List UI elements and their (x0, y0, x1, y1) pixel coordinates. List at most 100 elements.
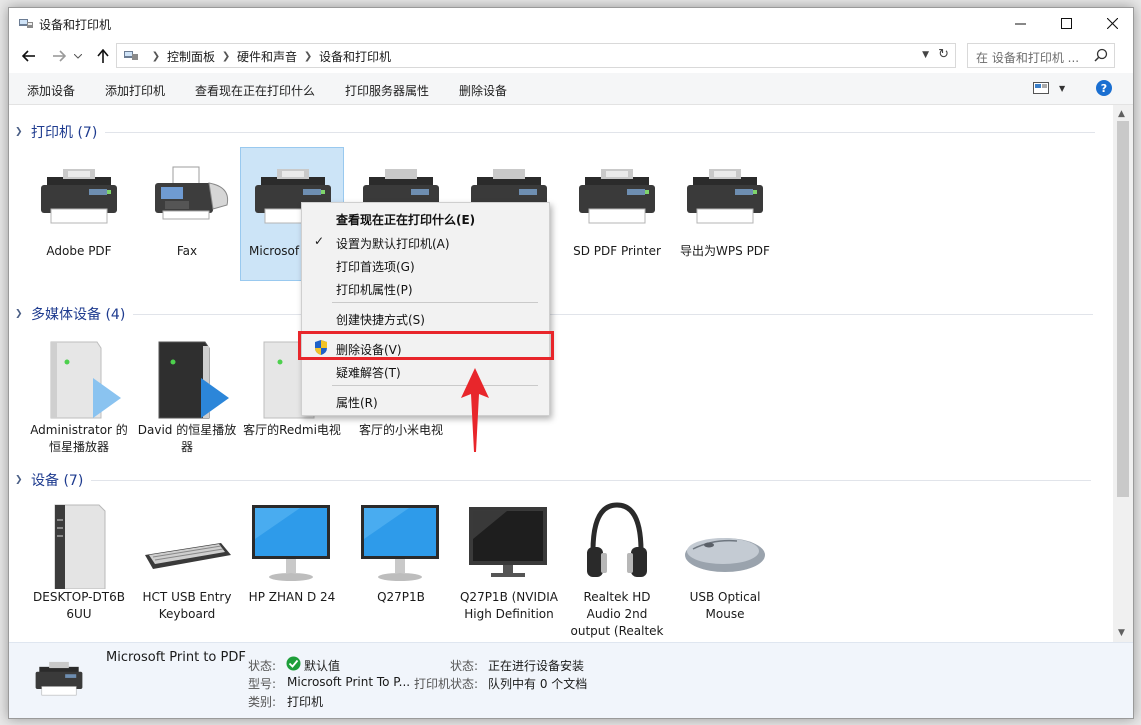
device-item-fax[interactable]: Fax (135, 153, 239, 260)
arrow-up-icon (97, 49, 109, 63)
group-printers-title: 打印机 (7) (31, 125, 98, 141)
forward-button[interactable] (49, 46, 69, 66)
device-label: Realtek HD Audio 2nd output (Realtek (570, 590, 664, 638)
fax-icon (135, 153, 239, 243)
scroll-up-icon[interactable]: ▲ (1118, 109, 1125, 119)
search-placeholder: 在 设备和打印机 ... (976, 51, 1080, 65)
breadcrumb: ❯ 控制面板 ❯ 硬件和声音 ❯ 设备和打印机 (145, 48, 391, 65)
collapse-chevron-icon[interactable]: ❯ (15, 475, 29, 485)
details-printer-status-value: 队列中有 0 个文档 (488, 677, 588, 691)
device-item-q27p1b-audio[interactable]: Q27P1B (NVIDIA High Definition (457, 499, 561, 623)
chevron-down-icon (74, 53, 82, 59)
group-devices-title: 设备 (7) (31, 473, 84, 489)
menu-item-create-shortcut[interactable]: 创建快捷方式(S) (336, 311, 425, 328)
command-bar: 添加设备 添加打印机 查看现在正在打印什么 打印服务器属性 删除设备 ▼ ? (9, 73, 1133, 105)
menu-item-set-default[interactable]: 设置为默认打印机(A) (336, 235, 450, 252)
device-item-realtek-audio[interactable]: Realtek HD Audio 2nd output (Realtek (565, 499, 669, 640)
breadcrumb-devices-printers[interactable]: 设备和打印机 (319, 48, 391, 65)
minimize-button[interactable] (997, 8, 1043, 39)
device-label: Q27P1B (377, 590, 425, 604)
breadcrumb-hardware-sound[interactable]: 硬件和声音 (237, 48, 297, 65)
device-item-sd-pdf-printer[interactable]: SD PDF Printer (565, 153, 669, 260)
device-item-usb-mouse[interactable]: USB Optical Mouse (673, 499, 777, 623)
breadcrumb-control-panel[interactable]: 控制面板 (167, 48, 215, 65)
scroll-down-icon[interactable]: ▼ (1118, 628, 1125, 638)
view-options-icon[interactable] (1033, 82, 1049, 97)
menu-item-see-whats-printing[interactable]: 查看现在正在打印什么(E) (336, 211, 475, 228)
view-dropdown-icon[interactable]: ▼ (1059, 84, 1065, 93)
remove-device-button[interactable]: 删除设备 (459, 82, 507, 99)
device-label: David 的恒星播放器 (137, 423, 237, 454)
maximize-button[interactable] (1043, 8, 1089, 39)
details-status2-value: 正在进行设备安装 (488, 659, 585, 673)
details-status-key: 状态: (248, 659, 277, 673)
device-label: Administrator 的恒星播放器 (30, 423, 128, 454)
breadcrumb-separator-icon: ❯ (221, 51, 231, 62)
devices-content: ❯ 打印机 (7) Adobe PDF Fax Microsof to PD S… (9, 105, 1113, 642)
details-model-key: 型号: (248, 677, 277, 691)
add-printer-button[interactable]: 添加打印机 (105, 82, 165, 99)
group-divider (133, 313, 1094, 315)
up-button[interactable] (93, 46, 113, 66)
refresh-icon[interactable]: ↻ (938, 47, 949, 62)
printer-icon (27, 153, 131, 243)
address-bar[interactable]: ❯ 控制面板 ❯ 硬件和声音 ❯ 设备和打印机 ▼ ↻ (116, 43, 956, 68)
recent-locations-button[interactable] (72, 46, 84, 66)
red-arrow-annotation-icon (460, 368, 490, 455)
device-label: DESKTOP-DT6B 6UU (33, 590, 125, 621)
back-button[interactable] (19, 46, 39, 66)
menu-item-troubleshoot[interactable]: 疑难解答(T) (336, 364, 401, 381)
device-label: 客厅的小米电视 (358, 423, 443, 437)
device-item-desktop[interactable]: DESKTOP-DT6B 6UU (27, 499, 131, 623)
address-row: ❯ 控制面板 ❯ 硬件和声音 ❯ 设备和打印机 ▼ ↻ 在 设备和打印机 ... (9, 39, 1133, 73)
menu-separator (332, 385, 538, 386)
details-status2-key: 状态: (450, 659, 479, 673)
default-check-icon (286, 656, 301, 674)
menu-item-printer-properties[interactable]: 打印机属性(P) (336, 281, 413, 298)
device-item-keyboard[interactable]: HCT USB Entry Keyboard (135, 499, 239, 623)
device-item-administrator-player[interactable]: Administrator 的恒星播放器 (27, 332, 131, 456)
device-item-q27p1b[interactable]: Q27P1B (349, 499, 453, 606)
checkmark-icon: ✓ (314, 234, 325, 248)
menu-item-print-preferences[interactable]: 打印首选项(G) (336, 258, 415, 275)
group-printers-header[interactable]: ❯ 打印机 (7) (15, 122, 1096, 142)
device-label: Fax (176, 244, 198, 258)
scroll-thumb[interactable] (1117, 121, 1129, 497)
group-media-header[interactable]: ❯ 多媒体设备 (4) (15, 304, 1094, 324)
device-label: Q27P1B (NVIDIA High Definition (459, 590, 559, 621)
help-icon[interactable]: ? (1096, 80, 1112, 96)
breadcrumb-separator-icon: ❯ (151, 51, 161, 62)
group-divider (105, 131, 1096, 133)
device-label: 客厅的Redmi电视 (243, 423, 341, 437)
window-title: 设备和打印机 (39, 18, 112, 32)
details-device-name: Microsoft Print to PDF (106, 650, 246, 665)
collapse-chevron-icon[interactable]: ❯ (15, 309, 29, 319)
menu-item-properties[interactable]: 属性(R) (336, 394, 378, 411)
search-icon[interactable] (1094, 48, 1108, 65)
device-label: SD PDF Printer (573, 244, 661, 258)
see-whats-printing-button[interactable]: 查看现在正在打印什么 (195, 82, 315, 99)
device-item-hp-zhan[interactable]: HP ZHAN D 24 (240, 499, 344, 606)
collapse-chevron-icon[interactable]: ❯ (15, 127, 29, 137)
breadcrumb-separator-icon: ❯ (303, 51, 313, 62)
group-media-title: 多媒体设备 (4) (31, 307, 126, 323)
device-item-david-player[interactable]: David 的恒星播放器 (135, 332, 239, 456)
details-model-value: Microsoft Print To P... (287, 675, 411, 689)
device-item-adobe-pdf[interactable]: Adobe PDF (27, 153, 131, 260)
headphones-icon (565, 499, 669, 589)
group-devices-header[interactable]: ❯ 设备 (7) (15, 470, 1092, 490)
add-device-button[interactable]: 添加设备 (27, 82, 75, 99)
close-button[interactable] (1089, 8, 1133, 39)
search-box[interactable]: 在 设备和打印机 ... (967, 43, 1115, 68)
print-server-properties-button[interactable]: 打印服务器属性 (345, 82, 429, 99)
details-status-value: 默认值 (304, 659, 341, 673)
details-category-key: 类别: (248, 695, 277, 709)
address-dropdown-icon[interactable]: ▼ (922, 50, 929, 60)
arrow-right-icon (53, 50, 66, 62)
vertical-scrollbar[interactable]: ▲ ▼ (1113, 105, 1133, 642)
mouse-icon (673, 499, 777, 589)
monitor-icon (240, 499, 344, 589)
title-bar: 设备和打印机 (9, 8, 1133, 39)
device-item-wps-pdf[interactable]: 导出为WPS PDF (673, 153, 777, 260)
arrow-left-icon (22, 50, 35, 62)
